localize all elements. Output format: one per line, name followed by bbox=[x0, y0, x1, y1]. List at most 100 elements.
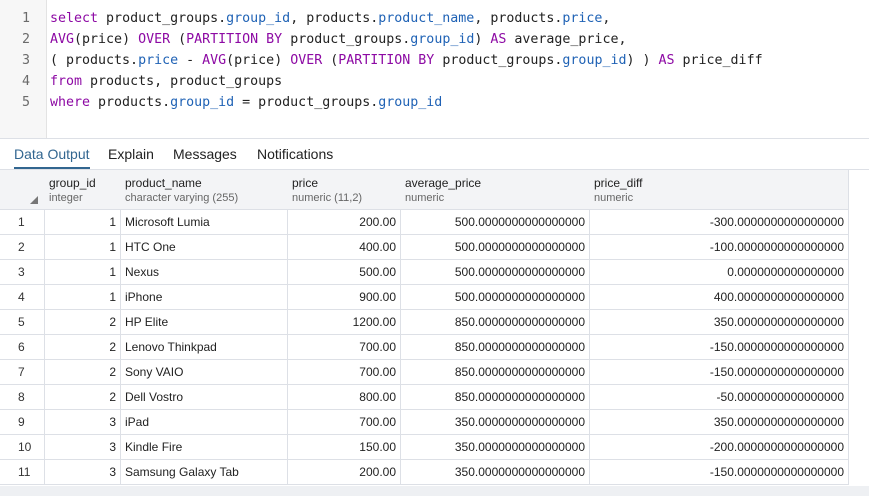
cell-average-price[interactable]: 500.0000000000000000 bbox=[400, 235, 590, 259]
column-header-average-price[interactable]: average_price numeric bbox=[400, 170, 590, 210]
cell-product-name[interactable]: Sony VAIO bbox=[120, 360, 288, 384]
cell-price[interactable]: 200.00 bbox=[287, 210, 401, 234]
cell-average-price[interactable]: 500.0000000000000000 bbox=[400, 260, 590, 284]
cell-price-diff[interactable]: 400.0000000000000000 bbox=[589, 285, 849, 309]
cell-product-name[interactable]: Dell Vostro bbox=[120, 385, 288, 409]
table-row[interactable]: 9 3 iPad 700.00 350.0000000000000000 350.0000… bbox=[0, 410, 849, 435]
cell-price[interactable]: 700.00 bbox=[287, 360, 401, 384]
row-number[interactable]: 1 bbox=[0, 210, 45, 234]
row-number[interactable]: 5 bbox=[0, 310, 45, 334]
cell-average-price[interactable]: 500.0000000000000000 bbox=[400, 285, 590, 309]
code-text[interactable]: select product_groups.group_id, products… bbox=[50, 8, 610, 29]
table-row[interactable]: 4 1 iPhone 900.00 500.0000000000000000 400.00… bbox=[0, 285, 849, 310]
column-header-price[interactable]: price numeric (11,2) bbox=[287, 170, 401, 210]
code-text[interactable]: where products.group_id = product_groups… bbox=[50, 92, 442, 113]
row-number[interactable]: 10 bbox=[0, 435, 45, 459]
code-text[interactable]: AVG(price) OVER (PARTITION BY product_gr… bbox=[50, 29, 626, 50]
sql-function: AVG bbox=[202, 53, 227, 68]
cell-group-id[interactable]: 2 bbox=[44, 310, 121, 334]
line-number: 3 bbox=[21, 53, 30, 68]
sql-text: , products. bbox=[290, 11, 379, 26]
cell-price[interactable]: 200.00 bbox=[287, 460, 401, 484]
row-number[interactable]: 3 bbox=[0, 260, 45, 284]
cell-average-price[interactable]: 350.0000000000000000 bbox=[400, 460, 590, 484]
row-number[interactable]: 9 bbox=[0, 410, 45, 434]
cell-price[interactable]: 150.00 bbox=[287, 435, 401, 459]
cell-average-price[interactable]: 850.0000000000000000 bbox=[400, 385, 590, 409]
cell-product-name[interactable]: HP Elite bbox=[120, 310, 288, 334]
cell-group-id[interactable]: 3 bbox=[44, 460, 121, 484]
cell-price-diff[interactable]: 350.0000000000000000 bbox=[589, 310, 849, 334]
tab-explain[interactable]: Explain bbox=[108, 139, 154, 169]
cell-product-name[interactable]: iPad bbox=[120, 410, 288, 434]
sql-editor[interactable]: 1 select product_groups.group_id, product… bbox=[0, 0, 869, 139]
cell-average-price[interactable]: 350.0000000000000000 bbox=[400, 410, 590, 434]
table-row[interactable]: 10 3 Kindle Fire 150.00 350.0000000000000000… bbox=[0, 435, 849, 460]
table-row[interactable]: 7 2 Sony VAIO 700.00 850.0000000000000000 -15… bbox=[0, 360, 849, 385]
cell-group-id[interactable]: 2 bbox=[44, 360, 121, 384]
table-row[interactable]: 2 1 HTC One 400.00 500.0000000000000000 -100.… bbox=[0, 235, 849, 260]
row-number[interactable]: 7 bbox=[0, 360, 45, 384]
table-row[interactable]: 1 1 Microsoft Lumia 200.00 500.0000000000000… bbox=[0, 210, 849, 235]
cell-price-diff[interactable]: -300.0000000000000000 bbox=[589, 210, 849, 234]
cell-average-price[interactable]: 850.0000000000000000 bbox=[400, 360, 590, 384]
cell-price-diff[interactable]: -50.0000000000000000 bbox=[589, 385, 849, 409]
cell-price-diff[interactable]: -150.0000000000000000 bbox=[589, 335, 849, 359]
cell-price[interactable]: 1200.00 bbox=[287, 310, 401, 334]
column-header-group-id[interactable]: group_id integer bbox=[44, 170, 121, 210]
table-row[interactable]: 3 1 Nexus 500.00 500.0000000000000000 0.00000… bbox=[0, 260, 849, 285]
row-number[interactable]: 6 bbox=[0, 335, 45, 359]
tab-notifications[interactable]: Notifications bbox=[257, 139, 333, 169]
row-number[interactable]: 4 bbox=[0, 285, 45, 309]
cell-product-name[interactable]: HTC One bbox=[120, 235, 288, 259]
sql-keyword: AS bbox=[658, 53, 675, 68]
cell-group-id[interactable]: 3 bbox=[44, 435, 121, 459]
cell-group-id[interactable]: 1 bbox=[44, 260, 121, 284]
table-row[interactable]: 8 2 Dell Vostro 800.00 850.0000000000000000-… bbox=[0, 385, 849, 410]
cell-product-name[interactable]: Lenovo Thinkpad bbox=[120, 335, 288, 359]
cell-product-name[interactable]: iPhone bbox=[120, 285, 288, 309]
cell-price[interactable]: 900.00 bbox=[287, 285, 401, 309]
column-type: integer bbox=[49, 192, 83, 204]
cell-average-price[interactable]: 850.0000000000000000 bbox=[400, 335, 590, 359]
cell-price-diff[interactable]: -150.0000000000000000 bbox=[589, 360, 849, 384]
cell-group-id[interactable]: 2 bbox=[44, 335, 121, 359]
cell-price[interactable]: 700.00 bbox=[287, 335, 401, 359]
code-text[interactable]: from products, product_groups bbox=[50, 71, 282, 92]
cell-product-name[interactable]: Microsoft Lumia bbox=[120, 210, 288, 234]
row-header-corner[interactable] bbox=[0, 170, 45, 210]
tab-messages[interactable]: Messages bbox=[173, 139, 237, 169]
cell-price-diff[interactable]: 0.0000000000000000 bbox=[589, 260, 849, 284]
cell-product-name[interactable]: Nexus bbox=[120, 260, 288, 284]
cell-price-diff[interactable]: 350.0000000000000000 bbox=[589, 410, 849, 434]
cell-price[interactable]: 400.00 bbox=[287, 235, 401, 259]
code-text[interactable]: ( products.price - AVG(price) OVER (PART… bbox=[50, 50, 763, 71]
column-header-price-diff[interactable]: price_diff numeric bbox=[589, 170, 849, 210]
row-number[interactable]: 2 bbox=[0, 235, 45, 259]
horizontal-scrollbar-track[interactable] bbox=[0, 486, 869, 496]
cell-price[interactable]: 800.00 bbox=[287, 385, 401, 409]
cell-price-diff[interactable]: -200.0000000000000000 bbox=[589, 435, 849, 459]
cell-group-id[interactable]: 3 bbox=[44, 410, 121, 434]
row-number[interactable]: 8 bbox=[0, 385, 45, 409]
cell-group-id[interactable]: 1 bbox=[44, 210, 121, 234]
cell-group-id[interactable]: 1 bbox=[44, 235, 121, 259]
table-row[interactable]: 5 2 HP Elite 1200.00 850.0000000000000000 350… bbox=[0, 310, 849, 335]
tab-data-output[interactable]: Data Output bbox=[14, 139, 90, 169]
row-number[interactable]: 11 bbox=[0, 460, 45, 484]
cell-price-diff[interactable]: -100.0000000000000000 bbox=[589, 235, 849, 259]
column-header-product-name[interactable]: product_name character varying (255) bbox=[120, 170, 288, 210]
cell-product-name[interactable]: Kindle Fire bbox=[120, 435, 288, 459]
table-row[interactable]: 6 2 Lenovo Thinkpad 700.00 850.0000000000000… bbox=[0, 335, 849, 360]
sql-text: , bbox=[602, 11, 611, 26]
cell-product-name[interactable]: Samsung Galaxy Tab bbox=[120, 460, 288, 484]
cell-group-id[interactable]: 2 bbox=[44, 385, 121, 409]
cell-price[interactable]: 700.00 bbox=[287, 410, 401, 434]
cell-average-price[interactable]: 850.0000000000000000 bbox=[400, 310, 590, 334]
cell-average-price[interactable]: 500.0000000000000000 bbox=[400, 210, 590, 234]
cell-group-id[interactable]: 1 bbox=[44, 285, 121, 309]
cell-price[interactable]: 500.00 bbox=[287, 260, 401, 284]
cell-average-price[interactable]: 350.0000000000000000 bbox=[400, 435, 590, 459]
table-row[interactable]: 11 3 Samsung Galaxy Tab 200.00 350.000000000… bbox=[0, 460, 849, 485]
cell-price-diff[interactable]: -150.0000000000000000 bbox=[589, 460, 849, 484]
